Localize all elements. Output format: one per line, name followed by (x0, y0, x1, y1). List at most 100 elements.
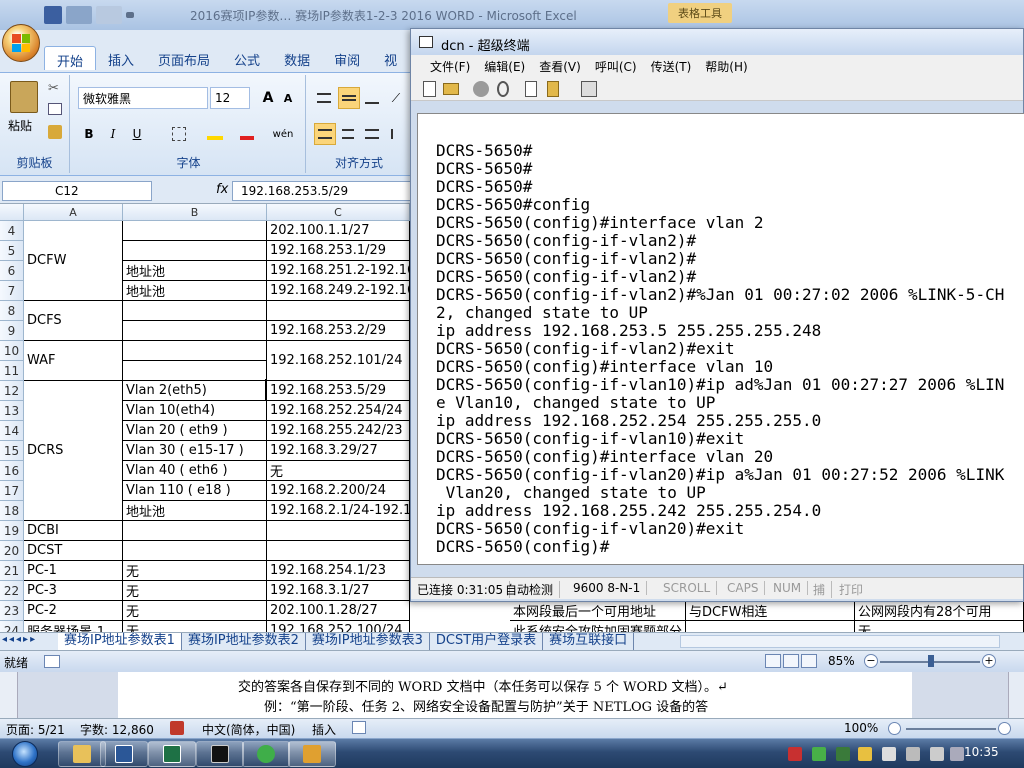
font-color-icon[interactable] (234, 123, 260, 145)
clock[interactable]: 10:35 (964, 745, 999, 759)
table-cell[interactable] (123, 361, 267, 381)
tab-home[interactable]: 开始 (44, 46, 97, 70)
tray-network-icon[interactable] (812, 747, 826, 761)
align-left-icon[interactable] (314, 123, 336, 145)
taskbar-explorer[interactable] (58, 741, 106, 767)
row-header[interactable]: 22 (0, 581, 24, 601)
tab-page-layout[interactable]: 页面布局 (146, 46, 222, 70)
insert-mode[interactable]: 插入 (312, 721, 336, 738)
zoom-in-icon[interactable]: + (982, 654, 996, 668)
table-cell[interactable]: 无 (855, 621, 1024, 632)
table-cell[interactable] (123, 221, 267, 241)
align-right-icon[interactable] (362, 123, 382, 145)
borders-icon[interactable] (168, 123, 190, 145)
menu-call[interactable]: 呼叫(C) (588, 55, 644, 77)
row-header[interactable]: 9 (0, 321, 24, 341)
table-cell[interactable]: 192.168.255.242/23 (267, 421, 410, 441)
table-cell[interactable]: 无 (123, 601, 267, 621)
select-all-corner[interactable] (0, 204, 24, 221)
sheet-tab-2[interactable]: 赛场IP地址参数表2 (182, 633, 306, 650)
tray-input-icon[interactable] (950, 747, 964, 761)
row-header[interactable]: 15 (0, 441, 24, 461)
align-middle-icon[interactable] (338, 87, 360, 109)
device-cell[interactable]: DCFW (24, 221, 123, 301)
row-header[interactable]: 8 (0, 301, 24, 321)
sheet-tab-4[interactable]: DCST用户登录表 (430, 633, 544, 650)
row-header[interactable]: 23 (0, 601, 24, 621)
table-cell[interactable] (123, 341, 267, 361)
macro-icon[interactable] (352, 721, 366, 734)
grow-font-button[interactable]: A (258, 87, 278, 109)
column-header-b[interactable]: B (123, 204, 267, 221)
vertical-scrollbar[interactable] (1008, 672, 1024, 718)
paste-icon[interactable] (10, 81, 38, 113)
table-cell[interactable] (123, 521, 267, 541)
tab-data[interactable]: 数据 (272, 46, 322, 70)
start-button[interactable] (6, 739, 44, 768)
normal-view-icon[interactable] (765, 654, 781, 668)
proofing-icon[interactable] (170, 721, 184, 735)
row-header[interactable]: 19 (0, 521, 24, 541)
taskbar-word[interactable] (100, 741, 148, 767)
table-cell[interactable]: 本网段最后一个可用地址 (510, 601, 686, 621)
device-cell[interactable]: DCST (24, 541, 123, 561)
table-cell[interactable]: 192.168.252.101/24 (267, 341, 410, 381)
undo-icon[interactable] (66, 6, 92, 24)
sheet-tab-3[interactable]: 赛场IP地址参数表3 (306, 633, 430, 650)
device-cell[interactable]: PC-1 (24, 561, 123, 581)
row-header[interactable]: 11 (0, 361, 24, 381)
table-cell[interactable]: Vlan 110 ( e18 ) (123, 481, 267, 501)
word-zoom-out-icon[interactable] (888, 722, 901, 735)
tab-insert[interactable]: 插入 (96, 46, 146, 70)
menu-transfer[interactable]: 传送(T) (644, 55, 699, 77)
open-icon[interactable] (443, 83, 459, 95)
horizontal-scrollbar[interactable] (680, 635, 1000, 648)
paste-button[interactable]: 粘贴 (8, 117, 32, 134)
tray-update-icon[interactable] (858, 747, 872, 761)
table-cell[interactable]: 公网网段内有28个可用 (855, 601, 1024, 621)
word-zoom-slider[interactable] (906, 728, 996, 730)
row-header[interactable]: 20 (0, 541, 24, 561)
tray-display-icon[interactable] (906, 747, 920, 761)
tray-security-icon[interactable] (836, 747, 850, 761)
table-cell[interactable] (123, 301, 267, 321)
row-header[interactable]: 10 (0, 341, 24, 361)
name-box[interactable]: C12 (2, 181, 152, 201)
row-header[interactable]: 13 (0, 401, 24, 421)
cut-icon[interactable]: ✂ (48, 81, 62, 96)
device-cell[interactable]: WAF (24, 341, 123, 381)
row-header[interactable]: 6 (0, 261, 24, 281)
table-cell[interactable] (267, 541, 410, 561)
phonetic-button[interactable]: wén (268, 123, 298, 145)
terminal-screen[interactable]: DCRS-5650# DCRS-5650# DCRS-5650# DCRS-5650#… (417, 113, 1024, 565)
align-center-icon[interactable] (338, 123, 358, 145)
office-button[interactable] (2, 24, 40, 62)
table-cell[interactable]: 192.168.252.254/24 (267, 401, 410, 421)
disconnect-icon[interactable] (497, 81, 509, 97)
redo-icon[interactable] (96, 6, 122, 24)
save-icon[interactable] (44, 6, 62, 24)
table-cell[interactable]: 此系统安全攻防加固赛题部分 (510, 621, 686, 632)
row-header[interactable]: 14 (0, 421, 24, 441)
taskbar-browser[interactable] (242, 741, 290, 767)
device-cell[interactable]: 服务器场景-1 (24, 621, 123, 632)
table-cell[interactable]: 无 (267, 461, 410, 481)
word-count[interactable]: 字数: 12,860 (80, 721, 154, 738)
table-cell[interactable] (123, 541, 267, 561)
page-break-view-icon[interactable] (801, 654, 817, 668)
customize-qat-icon[interactable] (126, 12, 134, 18)
table-cell[interactable]: 地址池 (123, 261, 267, 281)
menu-edit[interactable]: 编辑(E) (477, 55, 532, 77)
table-cell[interactable]: 192.168.249.2-192.168 (267, 281, 410, 301)
word-zoom-level[interactable]: 100% (844, 721, 878, 735)
sheet-tab-1[interactable]: 赛场IP地址参数表1 (58, 633, 182, 650)
table-cell[interactable]: 与DCFW相连 (686, 601, 855, 621)
word-zoom-in-icon[interactable] (998, 722, 1011, 735)
table-cell[interactable] (686, 621, 855, 632)
fill-color-icon[interactable] (202, 123, 228, 145)
sheet-nav-arrows-icon[interactable]: ◂◂◂▸▸ (2, 634, 37, 645)
table-cell[interactable]: 地址池 (123, 281, 267, 301)
tab-review[interactable]: 审阅 (322, 46, 372, 70)
table-cell[interactable]: 202.100.1.1/27 (267, 221, 410, 241)
macro-record-icon[interactable] (44, 655, 60, 668)
